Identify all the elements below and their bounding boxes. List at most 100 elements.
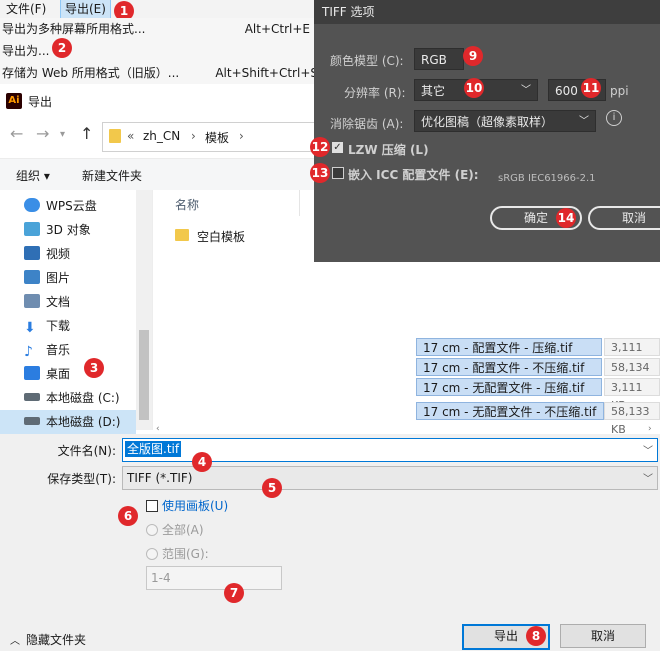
menu-export[interactable]: 导出(E)	[60, 0, 111, 19]
tiff-dialog-title: TIFF 选项	[314, 0, 660, 24]
file-size: 3,111 KB	[604, 338, 660, 372]
menu-item-export-screens[interactable]: 导出为多种屏幕所用格式... Alt+Ctrl+E	[2, 18, 318, 40]
path-segment-zh-cn[interactable]: zh_CN	[143, 129, 180, 143]
navigation-pane: WPS云盘 3D 对象 视频 图片 文档 ⬇ 下载 ♪ 音乐 桌面 本地磁盘 (C:…	[0, 190, 152, 434]
all-radio-label: 全部(A)	[162, 523, 204, 537]
nav-item-documents[interactable]: 文档	[24, 290, 148, 314]
nav-item-drive-c[interactable]: 本地磁盘 (C:)	[24, 386, 148, 410]
scroll-left-icon[interactable]: ‹	[156, 424, 160, 434]
nav-scrollbar[interactable]	[136, 190, 152, 430]
save-options-area: 文件名(N): 全版图.tif ﹀ 保存类型(T): TIFF (*.TIF) …	[0, 434, 660, 651]
drive-icon	[24, 393, 40, 401]
badge-7: 7	[224, 583, 244, 603]
chevron-down-icon: ﹀	[643, 474, 653, 485]
menu-item-label: 导出为...	[2, 44, 50, 58]
path-segment-template[interactable]: 模板	[205, 129, 229, 146]
nav-item-pictures[interactable]: 图片	[24, 266, 148, 290]
chevron-down-icon: ﹀	[579, 116, 589, 127]
range-radio[interactable]	[146, 548, 158, 560]
color-model-label: 颜色模型 (C):	[330, 54, 404, 68]
nav-item-label: WPS云盘	[46, 199, 97, 213]
antialias-select[interactable]: 优化图稿（超像素取样） ﹀	[414, 110, 596, 132]
hide-folders-toggle[interactable]: 隐藏文件夹	[26, 631, 86, 648]
chevron-down-icon[interactable]: ▾	[60, 129, 65, 140]
filename-value: 全版图.tif	[125, 441, 182, 457]
file-size: 3,111 KB	[604, 378, 660, 412]
nav-item-3d-objects[interactable]: 3D 对象	[24, 218, 148, 242]
use-artboard-label[interactable]: 使用画板(U)	[162, 497, 228, 514]
icc-profile-name: sRGB IEC61966-2.1	[498, 173, 596, 184]
save-type-value: TIFF (*.TIF)	[127, 471, 193, 485]
badge-12: 12	[310, 137, 330, 157]
nav-item-label: 桌面	[46, 367, 71, 381]
scrollbar-thumb[interactable]	[139, 330, 149, 420]
save-type-label: 保存类型(T):	[47, 472, 116, 486]
menu-file[interactable]: 文件(F)	[2, 0, 50, 18]
menu-item-save-for-web[interactable]: 存储为 Web 所用格式（旧版）... Alt+Shift+Ctrl+S	[2, 62, 318, 84]
cancel-button[interactable]: 取消	[560, 624, 646, 648]
tiff-options-dialog: TIFF 选项 颜色模型 (C): RGB 分辨率 (R): 其它 ﹀ 600 …	[314, 0, 660, 262]
folder-name: 空白模板	[197, 230, 246, 244]
nav-item-label: 本地磁盘 (D:)	[46, 415, 121, 429]
shortcut-label: Alt+Ctrl+E	[244, 22, 310, 36]
file-name: 17 cm - 无配置文件 - 压缩.tif	[416, 378, 602, 396]
document-icon	[24, 294, 40, 308]
file-name: 17 cm - 无配置文件 - 不压缩.tif	[416, 402, 604, 420]
badge-13: 13	[310, 163, 330, 183]
icc-checkbox[interactable]	[332, 167, 344, 179]
range-input[interactable]: 1-4	[146, 566, 282, 590]
file-name: 17 cm - 配置文件 - 压缩.tif	[416, 338, 602, 356]
nav-item-label: 下载	[46, 319, 71, 333]
nav-item-label: 3D 对象	[46, 223, 91, 237]
use-artboard-checkbox[interactable]	[146, 500, 158, 512]
back-arrow-icon[interactable]: ←	[10, 124, 23, 143]
scroll-right-icon[interactable]: ›	[648, 424, 652, 434]
info-icon[interactable]: i	[606, 110, 622, 126]
lzw-label: LZW 压缩 (L)	[348, 143, 429, 157]
nav-item-music[interactable]: ♪ 音乐	[24, 338, 148, 362]
picture-icon	[24, 270, 40, 284]
saved-files-list: 17 cm - 配置文件 - 压缩.tif 3,111 KB 17 cm - 配…	[414, 336, 660, 436]
nav-item-label: 文档	[46, 295, 71, 309]
up-arrow-icon[interactable]: ↑	[80, 124, 93, 143]
badge-6: 6	[118, 506, 138, 526]
new-folder-button[interactable]: 新建文件夹	[82, 167, 142, 184]
illustrator-app-icon: Ai	[6, 93, 22, 109]
all-radio[interactable]	[146, 524, 158, 536]
chevron-down-icon: ﹀	[521, 85, 531, 96]
nav-item-downloads[interactable]: ⬇ 下载	[24, 314, 148, 338]
nav-item-wps-cloud[interactable]: WPS云盘	[24, 194, 148, 218]
tiff-cancel-button[interactable]: 取消	[588, 206, 660, 230]
antialias-value: 优化图稿（超像素取样）	[421, 115, 554, 129]
address-bar[interactable]: « zh_CN › 模板 ›	[102, 122, 319, 152]
nav-item-label: 音乐	[46, 343, 71, 357]
download-icon: ⬇	[24, 320, 36, 336]
antialias-label: 消除锯齿 (A):	[330, 117, 404, 131]
nav-item-drive-d[interactable]: 本地磁盘 (D:)	[0, 410, 136, 434]
menu-bar: 文件(F) 导出(E)	[0, 0, 318, 19]
column-header-name[interactable]: 名称	[175, 196, 199, 213]
resolution-label: 分辨率 (R):	[344, 86, 406, 100]
cloud-icon	[24, 198, 40, 212]
range-value: 1-4	[151, 571, 171, 585]
chevron-down-icon[interactable]: ﹀	[643, 442, 653, 457]
file-size: 58,133 KB	[604, 402, 660, 436]
badge-5: 5	[262, 478, 282, 498]
forward-arrow-icon[interactable]: →	[36, 124, 49, 143]
folder-icon	[109, 129, 121, 143]
badge-2: 2	[52, 38, 72, 58]
export-submenu: 导出为多种屏幕所用格式... Alt+Ctrl+E 导出为... 存储为 Web…	[0, 18, 318, 84]
cube-icon	[24, 222, 40, 236]
menu-item-export-as[interactable]: 导出为...	[2, 40, 318, 62]
chevron-up-icon[interactable]: ︿	[10, 632, 20, 647]
nav-item-videos[interactable]: 视频	[24, 242, 148, 266]
organize-button[interactable]: 组织 ▾	[16, 167, 50, 184]
icc-label: 嵌入 ICC 配置文件 (E):	[348, 168, 479, 182]
color-model-select[interactable]: RGB	[414, 48, 464, 70]
file-name: 17 cm - 配置文件 - 不压缩.tif	[416, 358, 602, 376]
file-size: 58,134 KB	[604, 358, 660, 392]
lzw-checkbox[interactable]: ✓	[332, 142, 343, 153]
badge-3: 3	[84, 358, 104, 378]
menu-item-label: 导出为多种屏幕所用格式...	[2, 22, 146, 36]
drive-icon	[24, 417, 40, 425]
